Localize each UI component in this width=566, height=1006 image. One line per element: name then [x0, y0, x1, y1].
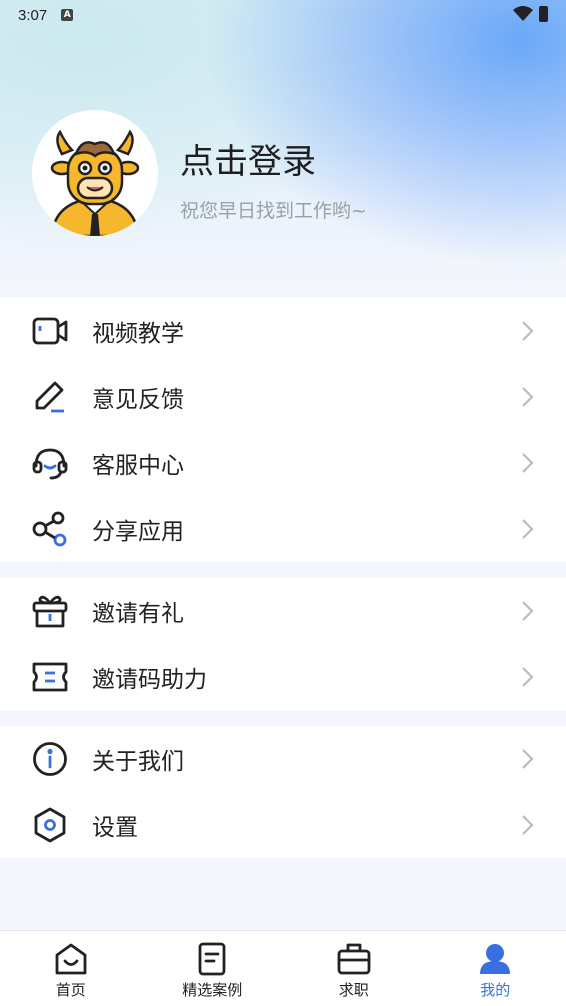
chevron-right-icon — [522, 321, 534, 341]
menu-label: 关于我们 — [92, 749, 184, 775]
menu-label: 邀请有礼 — [92, 601, 184, 627]
status-time: 3:07 — [18, 6, 48, 24]
status-bar: 3:07 A — [0, 0, 566, 30]
settings-icon — [30, 805, 70, 845]
avatar[interactable] — [32, 110, 158, 236]
chevron-right-icon — [522, 387, 534, 407]
tab-home[interactable]: 首页 — [0, 931, 142, 1006]
chevron-right-icon — [522, 453, 534, 473]
tab-featured-cases[interactable]: 精选案例 — [142, 931, 284, 1006]
notification-badge-icon: A — [61, 9, 74, 21]
menu-label: 设置 — [92, 815, 138, 841]
tab-job-search[interactable]: 求职 — [283, 931, 425, 1006]
status-indicators — [513, 6, 548, 22]
tab-label: 精选案例 — [182, 981, 243, 999]
menu-label: 意见反馈 — [92, 387, 184, 413]
ticket-icon — [30, 657, 70, 697]
user-icon — [480, 944, 511, 974]
chevron-right-icon — [522, 749, 534, 769]
menu-item-invite-code[interactable]: 邀请码助力 — [0, 644, 566, 710]
share-icon — [30, 509, 70, 549]
tab-label: 求职 — [338, 981, 369, 999]
menu-item-settings[interactable]: 设置 — [0, 792, 566, 858]
tab-label: 我的 — [480, 981, 511, 999]
menu-label: 客服中心 — [92, 453, 184, 479]
tab-profile[interactable]: 我的 — [425, 931, 566, 1006]
menu-group-about: 关于我们 设置 — [0, 726, 566, 858]
headset-icon — [30, 443, 70, 483]
menu-item-about-us[interactable]: 关于我们 — [0, 726, 566, 792]
info-icon — [30, 739, 70, 779]
chevron-right-icon — [522, 601, 534, 621]
login-subtitle: 祝您早日找到工作哟~ — [180, 200, 367, 222]
gift-icon — [30, 591, 70, 631]
document-icon — [198, 942, 226, 976]
briefcase-icon — [337, 943, 371, 975]
menu-label: 视频教学 — [92, 321, 184, 347]
chevron-right-icon — [522, 519, 534, 539]
bottom-tab-bar: 首页 精选案例 求职 我的 — [0, 930, 566, 1006]
cow-mascot-icon — [50, 129, 140, 236]
home-icon — [55, 943, 87, 975]
menu-group-general: 视频教学 意见反馈 客服中心 分享应用 — [0, 298, 566, 562]
battery-icon — [539, 6, 548, 22]
menu-label: 分享应用 — [92, 519, 184, 545]
profile-header[interactable]: 点击登录 祝您早日找到工作哟~ — [32, 110, 532, 240]
tab-label: 首页 — [55, 981, 86, 999]
menu-item-feedback[interactable]: 意见反馈 — [0, 364, 566, 430]
menu-item-invite-gift[interactable]: 邀请有礼 — [0, 578, 566, 644]
video-icon — [30, 311, 70, 351]
menu-item-video-tutorial[interactable]: 视频教学 — [0, 298, 566, 364]
chevron-right-icon — [522, 815, 534, 835]
menu-label: 邀请码助力 — [92, 667, 207, 693]
login-title[interactable]: 点击登录 — [180, 134, 316, 183]
menu-item-customer-service[interactable]: 客服中心 — [0, 430, 566, 496]
edit-icon — [30, 377, 70, 417]
menu-item-share-app[interactable]: 分享应用 — [0, 496, 566, 562]
wifi-icon — [513, 6, 533, 21]
menu-group-invite: 邀请有礼 邀请码助力 — [0, 578, 566, 710]
chevron-right-icon — [522, 667, 534, 687]
